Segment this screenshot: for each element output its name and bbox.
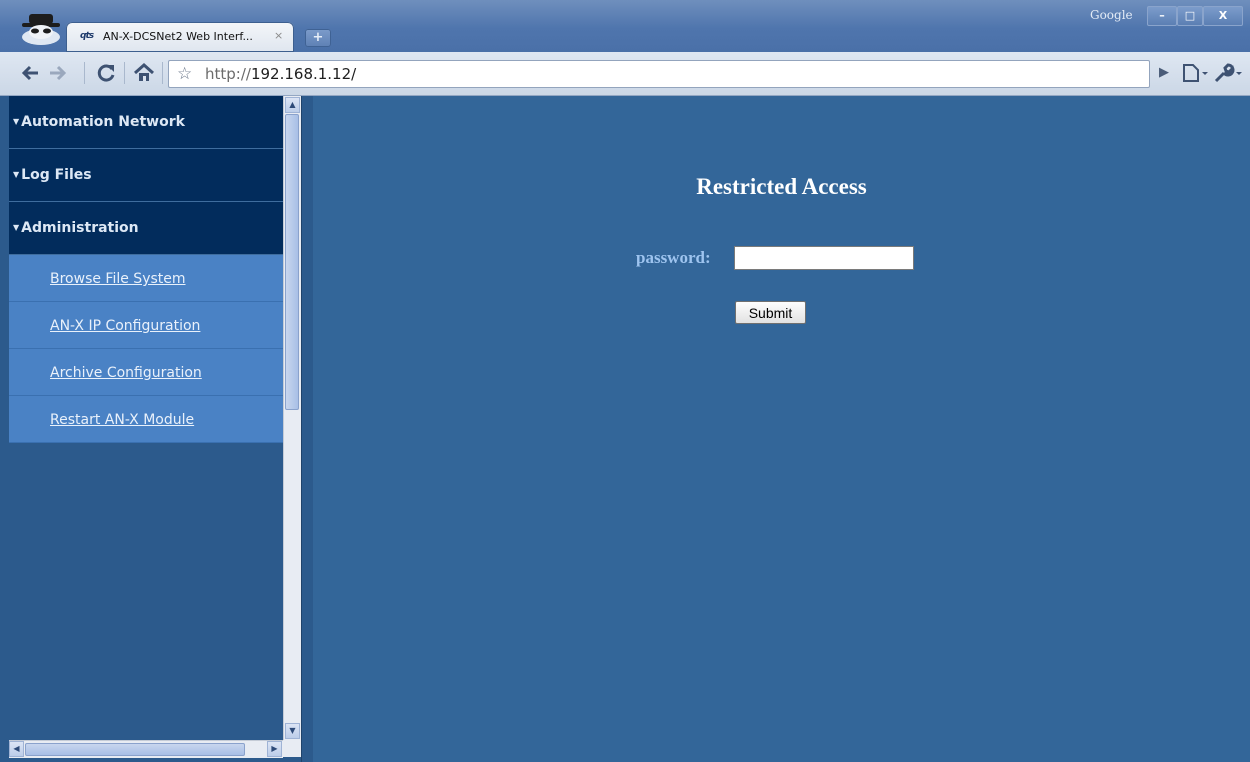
brand-label: Google bbox=[1090, 8, 1133, 22]
nav-link-archive-configuration[interactable]: Archive Configuration bbox=[9, 349, 283, 396]
toolbar-divider bbox=[84, 62, 85, 84]
nav-section-label: Administration bbox=[21, 220, 139, 236]
page-menu-icon[interactable] bbox=[1180, 61, 1210, 85]
forward-icon[interactable] bbox=[46, 61, 70, 85]
browser-toolbar: ☆ http://192.168.1.12/ ▶ bbox=[0, 52, 1250, 96]
incognito-icon bbox=[22, 14, 60, 45]
close-window-button[interactable]: X bbox=[1203, 6, 1243, 26]
nav-link-label[interactable]: Archive Configuration bbox=[50, 365, 202, 381]
scroll-up-icon[interactable]: ▲ bbox=[285, 97, 300, 113]
expand-arrow-icon: ▼ bbox=[13, 223, 20, 232]
vertical-scroll-thumb[interactable] bbox=[285, 114, 299, 410]
horizontal-scroll-thumb[interactable] bbox=[25, 743, 245, 756]
nav-section-automation-network[interactable]: ▼ Automation Network bbox=[9, 96, 283, 149]
expand-arrow-icon: ▼ bbox=[13, 170, 20, 179]
star-icon[interactable]: ☆ bbox=[177, 64, 192, 84]
url-scheme: http:// bbox=[205, 65, 251, 83]
nav-section-administration[interactable]: ▼ Administration bbox=[9, 202, 283, 255]
password-field[interactable] bbox=[734, 246, 914, 270]
nav-link-label[interactable]: Restart AN-X Module bbox=[50, 412, 194, 428]
wrench-menu-icon[interactable] bbox=[1212, 61, 1244, 85]
sidebar-vertical-scrollbar[interactable]: ▲ ▼ bbox=[283, 96, 301, 740]
password-label: password: bbox=[636, 248, 711, 267]
expand-arrow-icon: ▼ bbox=[13, 117, 20, 126]
tab-title: AN-X-DCSNet2 Web Interf... bbox=[103, 30, 253, 43]
minimize-button[interactable]: – bbox=[1147, 6, 1177, 26]
play-icon[interactable]: ▶ bbox=[1152, 61, 1176, 85]
nav-link-label[interactable]: Browse File System bbox=[50, 271, 186, 287]
tab-close-icon[interactable]: × bbox=[274, 29, 283, 42]
new-tab-button[interactable]: + bbox=[305, 29, 331, 47]
sidebar-frame: ▼ Automation Network ▼ Log Files ▼ Administ… bbox=[0, 96, 312, 762]
frame-divider[interactable] bbox=[301, 96, 313, 762]
back-icon[interactable] bbox=[18, 61, 42, 85]
home-icon[interactable] bbox=[132, 61, 156, 85]
address-bar[interactable]: ☆ http://192.168.1.12/ bbox=[168, 60, 1150, 88]
toolbar-divider bbox=[162, 62, 163, 84]
sidebar-nav: ▼ Automation Network ▼ Log Files ▼ Administ… bbox=[9, 96, 283, 740]
toolbar-divider bbox=[124, 62, 125, 84]
browser-tab[interactable]: qts AN-X-DCSNet2 Web Interf... × bbox=[66, 22, 294, 52]
scroll-right-icon[interactable]: ▶ bbox=[267, 741, 282, 757]
nav-link-browse-file-system[interactable]: Browse File System bbox=[9, 255, 283, 302]
submit-button[interactable]: Submit bbox=[735, 301, 806, 324]
sidebar-horizontal-scrollbar[interactable]: ◀ ▶ bbox=[9, 740, 283, 758]
nav-section-log-files[interactable]: ▼ Log Files bbox=[9, 149, 283, 202]
url-text: http://192.168.1.12/ bbox=[205, 65, 356, 83]
tab-favicon-icon: qts bbox=[80, 31, 94, 41]
main-content: Restricted Access password: Submit bbox=[313, 96, 1250, 762]
nav-section-label: Automation Network bbox=[21, 114, 185, 130]
nav-section-label: Log Files bbox=[21, 167, 92, 183]
url-host: 192.168.1.12/ bbox=[250, 65, 357, 83]
scroll-down-icon[interactable]: ▼ bbox=[285, 723, 300, 739]
nav-link-label[interactable]: AN-X IP Configuration bbox=[50, 318, 200, 334]
scroll-left-icon[interactable]: ◀ bbox=[9, 741, 24, 757]
nav-link-anx-ip-configuration[interactable]: AN-X IP Configuration bbox=[9, 302, 283, 349]
page-title: Restricted Access bbox=[696, 174, 867, 199]
nav-link-restart-anx-module[interactable]: Restart AN-X Module bbox=[9, 396, 283, 443]
scrollbar-corner bbox=[283, 740, 301, 757]
reload-icon[interactable] bbox=[94, 61, 118, 85]
maximize-button[interactable]: □ bbox=[1177, 6, 1203, 26]
browser-title-bar: qts AN-X-DCSNet2 Web Interf... × + Googl… bbox=[0, 0, 1250, 52]
